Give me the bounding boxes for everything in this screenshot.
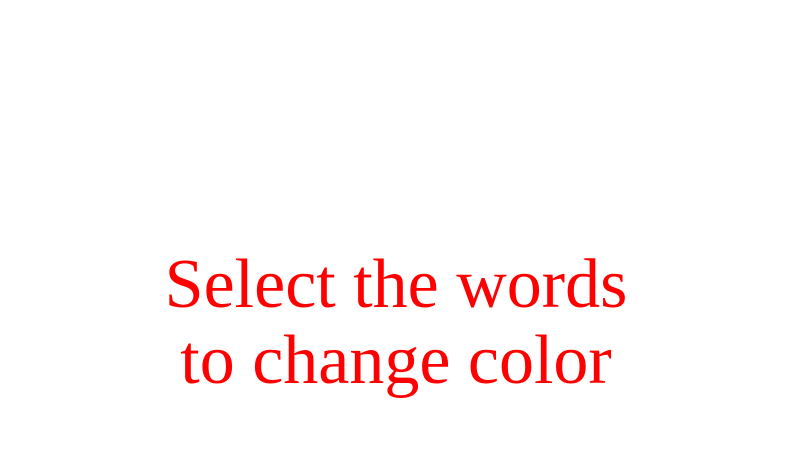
instruction-line-1[interactable]: Select the words bbox=[0, 247, 792, 323]
instruction-text[interactable]: Select the words to change color bbox=[0, 247, 792, 399]
instruction-line-2[interactable]: to change color bbox=[0, 323, 792, 399]
canvas-area: Select the words to change color bbox=[0, 0, 792, 465]
